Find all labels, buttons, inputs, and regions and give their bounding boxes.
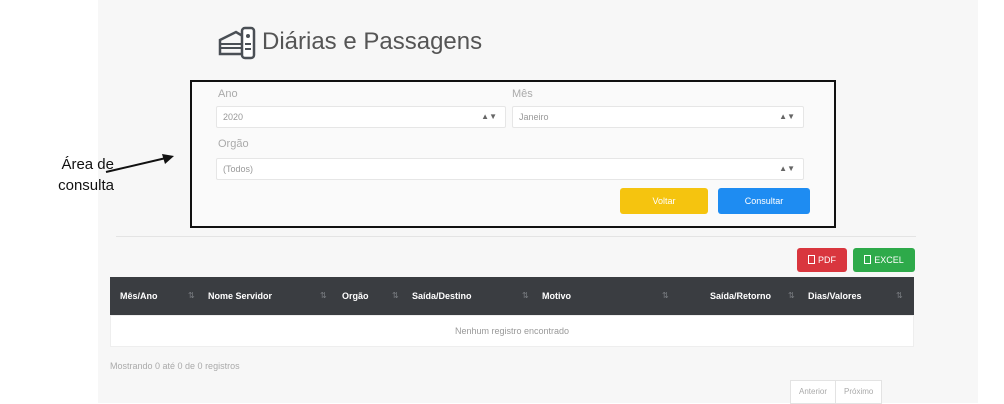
column-header-nome-servidor[interactable]: Nome Servidor	[208, 277, 272, 315]
export-pdf-button[interactable]: PDF	[797, 248, 847, 272]
page-title: Diárias e Passagens	[262, 28, 483, 55]
column-header-saida-retorno[interactable]: Saída/Retorno	[710, 277, 771, 315]
ano-select-value: 2020	[223, 112, 244, 122]
table-body: Nenhum registro encontrado	[110, 315, 914, 347]
export-excel-button[interactable]: EXCEL	[853, 248, 915, 272]
page-header: Diárias e Passagens	[216, 22, 482, 62]
file-icon	[864, 255, 872, 264]
money-bag-and-card-icon	[218, 26, 256, 60]
annotation-line-1: Área de	[61, 156, 114, 173]
export-excel-label: EXCEL	[874, 255, 904, 265]
ano-select[interactable]: 2020 ▲▼	[216, 106, 506, 128]
table-header: Mês/Ano ⇅ Nome Servidor ⇅ Orgão ⇅ Saída/…	[110, 277, 914, 315]
column-header-orgao[interactable]: Orgão	[342, 277, 369, 315]
sort-icon: ⇅	[662, 291, 669, 300]
sort-icon: ⇅	[896, 291, 903, 300]
mes-label: Mês	[512, 88, 533, 100]
pagination: Anterior Próximo	[790, 380, 883, 404]
sort-icon: ⇅	[392, 291, 399, 300]
sort-icon: ⇅	[188, 291, 195, 300]
section-divider	[116, 236, 916, 237]
chevron-updown-icon: ▲▼	[779, 164, 795, 173]
annotation-arrow	[105, 154, 174, 173]
annotation-label: Área de consulta	[4, 154, 114, 196]
export-pdf-label: PDF	[818, 255, 836, 265]
mes-select[interactable]: Janeiro ▲▼	[512, 106, 804, 128]
pagination-next[interactable]: Próximo	[835, 381, 881, 403]
orgao-select[interactable]: (Todos) ▲▼	[216, 158, 804, 180]
pagination-previous[interactable]: Anterior	[791, 381, 835, 403]
sort-icon: ⇅	[320, 291, 327, 300]
mes-select-value: Janeiro	[519, 112, 549, 122]
column-header-dias-valores[interactable]: Dias/Valores	[808, 277, 862, 315]
chevron-updown-icon: ▲▼	[779, 112, 795, 121]
orgao-select-value: (Todos)	[223, 164, 254, 174]
sort-icon: ⇅	[788, 291, 795, 300]
orgao-label: Orgão	[218, 138, 249, 150]
query-area: Ano 2020 ▲▼ Mês Janeiro ▲▼ Orgão (Todos)…	[190, 80, 836, 228]
chevron-updown-icon: ▲▼	[481, 112, 497, 121]
empty-message: Nenhum registro encontrado	[454, 326, 570, 336]
file-icon	[808, 255, 815, 264]
consultar-button[interactable]: Consultar	[718, 188, 810, 214]
voltar-button[interactable]: Voltar	[620, 188, 708, 214]
sort-icon: ⇅	[522, 291, 529, 300]
column-header-mes-ano[interactable]: Mês/Ano	[120, 277, 158, 315]
annotation-line-2: consulta	[58, 177, 114, 194]
column-header-saida-destino[interactable]: Saída/Destino	[412, 277, 472, 315]
ano-label: Ano	[218, 88, 238, 100]
column-header-motivo[interactable]: Motivo	[542, 277, 571, 315]
records-info: Mostrando 0 até 0 de 0 registros	[110, 361, 240, 371]
